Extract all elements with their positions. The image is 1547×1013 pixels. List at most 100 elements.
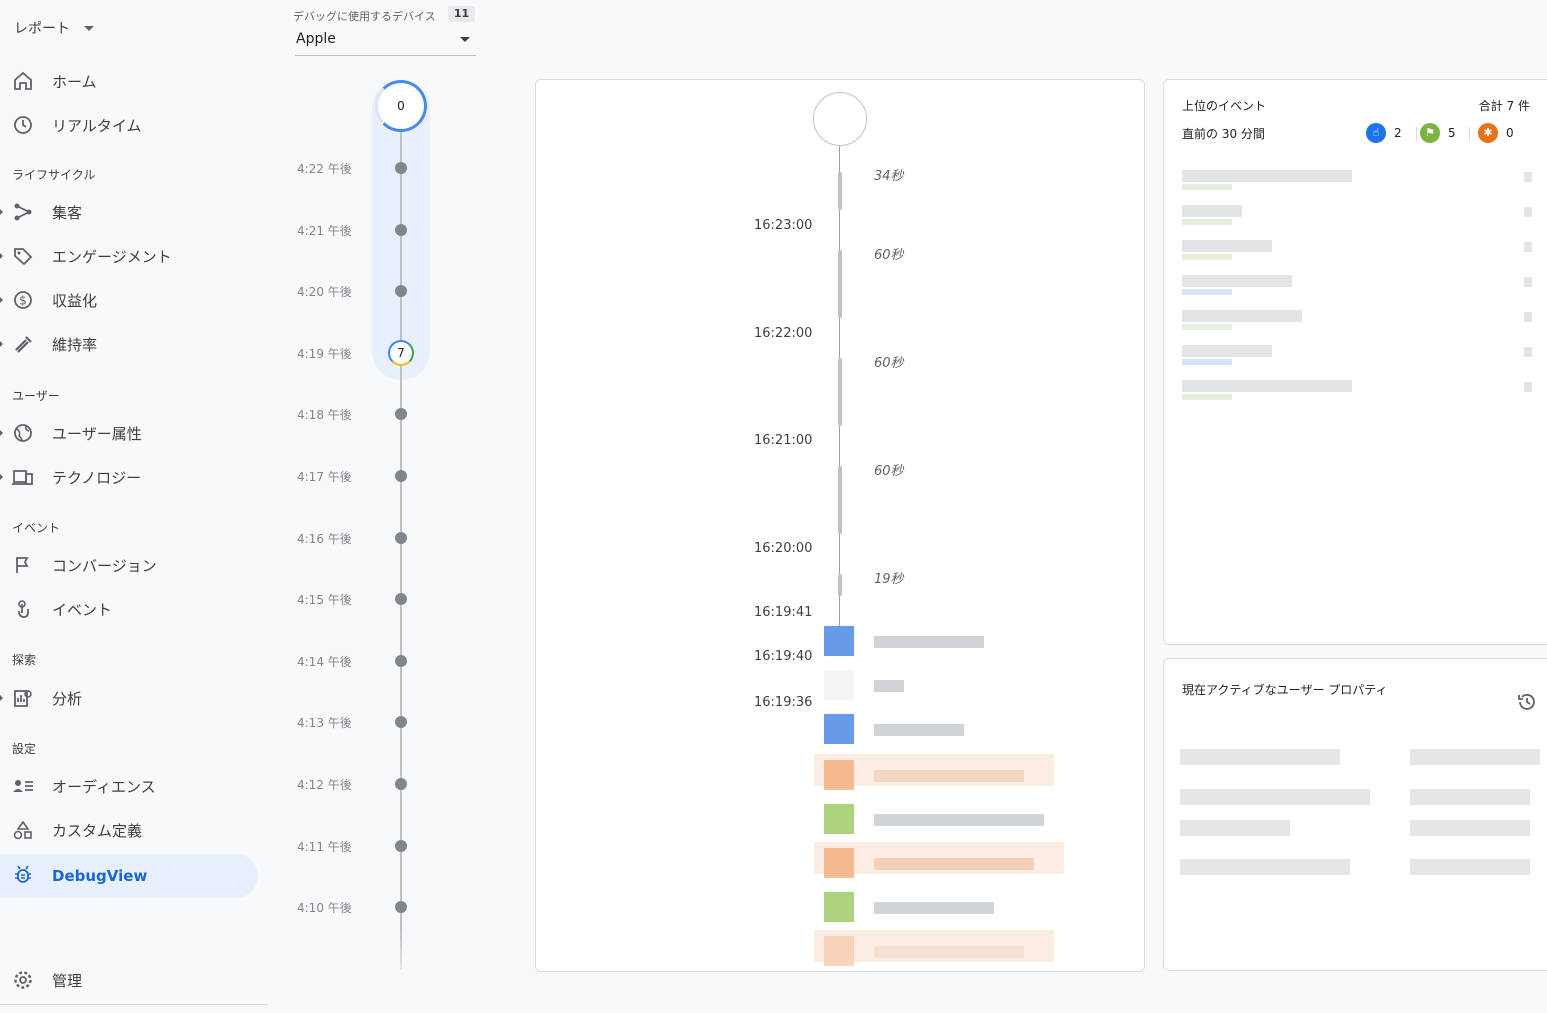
minute-time-label: 4:10 午後 [297, 901, 352, 915]
timestamp-label: 16:22:00 [754, 326, 813, 341]
minute-time-label: 4:18 午後 [297, 408, 352, 422]
errors-counter[interactable]: ✱ 0 [1478, 123, 1514, 143]
event-row[interactable] [1182, 341, 1532, 371]
property-value-redacted [1410, 789, 1530, 805]
event-name-redacted [874, 858, 1034, 870]
event-count-redacted [1524, 312, 1532, 322]
events-count: 2 [1394, 126, 1402, 140]
property-key-redacted [1180, 789, 1370, 805]
event-type-bar [1182, 289, 1232, 295]
device-count-badge: 11 [448, 6, 475, 22]
time-period: 直前の 30 分間 [1182, 127, 1265, 141]
event-name-redacted [874, 636, 984, 648]
event-icon [824, 670, 854, 700]
event-row[interactable] [1182, 236, 1532, 266]
report-dropdown[interactable]: レポート [14, 18, 94, 38]
tag-icon [14, 248, 33, 266]
sidebar-item-conversions[interactable]: コンバージョン [0, 544, 258, 586]
event-icon [824, 714, 854, 744]
event-name-redacted [1182, 275, 1292, 287]
minute-row[interactable]: 4:15 午後 [0, 589, 520, 609]
minute-time-label: 4:21 午後 [297, 224, 352, 238]
property-value-redacted [1410, 820, 1530, 836]
sidebar-item-home[interactable]: ホーム [0, 60, 258, 102]
section-settings: 設定 [12, 742, 37, 756]
minute-dot [395, 408, 407, 420]
fade-overlay [280, 930, 510, 990]
sidebar-item-debugview[interactable]: DebugView [0, 854, 258, 898]
minute-dot [395, 840, 407, 852]
minute-row[interactable]: 4:17 午後 [0, 466, 520, 486]
history-icon[interactable] [1516, 691, 1538, 713]
minute-row[interactable]: 4:19 午後 7 [0, 340, 520, 366]
sidebar-item-label: 分析 [52, 689, 83, 708]
conversions-counter[interactable]: ⚑ 5 [1420, 123, 1456, 143]
conversions-count: 5 [1448, 126, 1456, 140]
event-name-redacted [1182, 310, 1302, 322]
event-row[interactable] [1182, 201, 1532, 231]
event-row[interactable] [1182, 166, 1532, 196]
minute-row[interactable]: 4:22 午後 [0, 158, 520, 178]
current-minute-counter[interactable]: 0 [375, 80, 427, 132]
event-type-bar [1182, 394, 1232, 400]
touch-icon: ☝ [1366, 123, 1386, 143]
device-select[interactable]: Apple [295, 30, 476, 56]
sidebar-item-admin[interactable]: 管理 [0, 959, 258, 1001]
event-count-redacted [1524, 347, 1532, 357]
minute-row[interactable]: 4:12 午後 [0, 774, 520, 794]
event-icon [824, 760, 854, 790]
minute-row[interactable]: 4:13 午後 [0, 712, 520, 732]
chevron-down-icon [460, 37, 470, 42]
minute-dot [395, 593, 407, 605]
minute-dot [395, 716, 407, 728]
user-property-row[interactable] [1180, 816, 1540, 840]
current-second-circle[interactable] [813, 92, 867, 146]
errors-count: 0 [1506, 126, 1514, 140]
minute-row[interactable]: 4:18 午後 [0, 404, 520, 424]
timestamp-label: 16:19:40 [754, 649, 813, 664]
event-name-redacted [1182, 380, 1352, 392]
timestamp-label: 16:20:00 [754, 541, 813, 556]
event-icon [824, 804, 854, 834]
event-count-redacted [1524, 242, 1532, 252]
duration-label: 19秒 [874, 572, 904, 587]
event-icon [824, 892, 854, 922]
sidebar-item-label: ホーム [52, 72, 97, 91]
minute-row[interactable]: 4:16 午後 [0, 528, 520, 548]
event-name-redacted [874, 946, 1024, 958]
event-type-bar [1182, 254, 1232, 260]
expand-arrow-icon [0, 695, 3, 701]
event-count-redacted [1524, 172, 1532, 182]
user-property-row[interactable] [1180, 745, 1540, 769]
minute-row[interactable]: 4:10 午後 [0, 897, 520, 917]
minute-time-label: 4:13 午後 [297, 716, 352, 730]
timestamp-label: 16:21:00 [754, 433, 813, 448]
minute-time-label: 4:11 午後 [297, 840, 352, 854]
minute-time-label: 4:15 午後 [297, 593, 352, 607]
event-name-redacted [874, 724, 964, 736]
duration-bar [838, 574, 842, 596]
minute-dot [395, 532, 407, 544]
device-selector-label: デバッグに使用するデバイス [293, 10, 436, 23]
event-row[interactable] [1182, 376, 1532, 406]
card-title: 現在アクティブなユーザー プロパティ [1182, 683, 1388, 697]
user-property-row[interactable] [1180, 855, 1540, 879]
event-row[interactable] [1182, 306, 1532, 336]
expand-arrow-icon [0, 430, 3, 436]
minute-event-count-badge[interactable]: 7 [388, 340, 414, 366]
event-icon [824, 626, 854, 656]
sidebar-item-engagement[interactable]: エンゲージメント [0, 235, 258, 277]
minute-row[interactable]: 4:21 午後 [0, 220, 520, 240]
device-selected-value: Apple [296, 31, 336, 47]
event-row[interactable] [1182, 271, 1532, 301]
minute-row[interactable]: 4:14 午後 [0, 651, 520, 671]
minute-row[interactable]: 4:11 午後 [0, 836, 520, 856]
sidebar-item-realtime[interactable]: リアルタイム [0, 104, 258, 146]
user-property-row[interactable] [1180, 785, 1540, 809]
event-name-redacted [1182, 345, 1272, 357]
minute-row[interactable]: 4:20 午後 [0, 281, 520, 301]
duration-bar [838, 466, 842, 534]
events-counter[interactable]: ☝ 2 [1366, 123, 1402, 143]
user-properties-card: 現在アクティブなユーザー プロパティ [1163, 658, 1547, 971]
minute-time-label: 4:20 午後 [297, 285, 352, 299]
